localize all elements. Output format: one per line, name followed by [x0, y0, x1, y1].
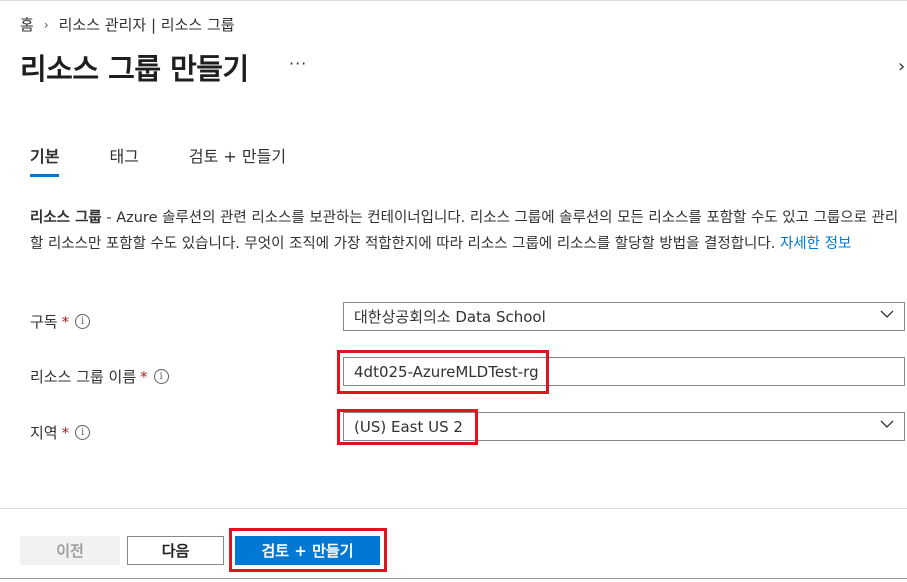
info-icon[interactable]: i	[153, 369, 169, 384]
info-icon[interactable]: i	[75, 314, 91, 329]
chevron-down-icon	[880, 310, 894, 318]
required-marker: *	[61, 312, 70, 331]
top-border	[0, 0, 907, 1]
region-label: 지역 * i	[30, 422, 91, 443]
chevron-down-icon	[880, 420, 894, 428]
description: 리소스 그룹 - Azure 솔루션의 관련 리소스를 보관하는 컨테이너입니다…	[30, 205, 900, 257]
subscription-dropdown[interactable]: 대한상공회의소 Data School	[343, 302, 905, 331]
region-dropdown[interactable]: (US) East US 2	[343, 412, 905, 441]
region-value: (US) East US 2	[354, 417, 463, 436]
more-options-button[interactable]: ···	[289, 54, 307, 73]
learn-more-link[interactable]: 자세한 정보	[780, 236, 851, 252]
tab-bar: 기본 태그 검토 + 만들기	[30, 143, 336, 177]
breadcrumb: 홈 › 리소스 관리자 | 리소스 그룹	[20, 14, 235, 35]
subscription-value: 대한상공회의소 Data School	[354, 308, 546, 326]
resource-group-name-label-text: 리소스 그룹 이름	[30, 368, 137, 386]
description-text: - Azure 솔루션의 관련 리소스를 보관하는 컨테이너입니다. 리소스 그…	[30, 210, 899, 252]
footer-divider	[0, 508, 907, 509]
resource-group-name-input[interactable]: 4dt025-AzureMLDTest-rg	[343, 357, 905, 386]
next-button[interactable]: 다음	[127, 536, 224, 565]
chevron-right-icon[interactable]: ›	[898, 56, 905, 77]
bottom-border	[0, 578, 907, 579]
required-marker: *	[140, 367, 148, 386]
region-label-text: 지역	[30, 424, 58, 442]
tab-review-create[interactable]: 검토 + 만들기	[189, 143, 286, 177]
chevron-right-icon: ›	[43, 17, 49, 32]
resource-group-name-label: 리소스 그룹 이름 * i	[30, 366, 169, 387]
required-marker: *	[61, 423, 70, 442]
resource-group-name-value: 4dt025-AzureMLDTest-rg	[354, 362, 539, 381]
description-term: 리소스 그룹	[30, 210, 102, 226]
breadcrumb-home[interactable]: 홈	[20, 14, 34, 35]
breadcrumb-resource-groups[interactable]: 리소스 관리자 | 리소스 그룹	[59, 14, 235, 35]
info-icon[interactable]: i	[75, 425, 91, 440]
subscription-label-text: 구독	[30, 313, 58, 331]
review-create-button[interactable]: 검토 + 만들기	[235, 536, 380, 565]
previous-button[interactable]: 이전	[20, 536, 120, 565]
page-title: 리소스 그룹 만들기	[20, 52, 249, 86]
tab-basics[interactable]: 기본	[30, 143, 60, 177]
tab-tags[interactable]: 태그	[109, 143, 138, 177]
subscription-label: 구독 * i	[30, 311, 91, 332]
